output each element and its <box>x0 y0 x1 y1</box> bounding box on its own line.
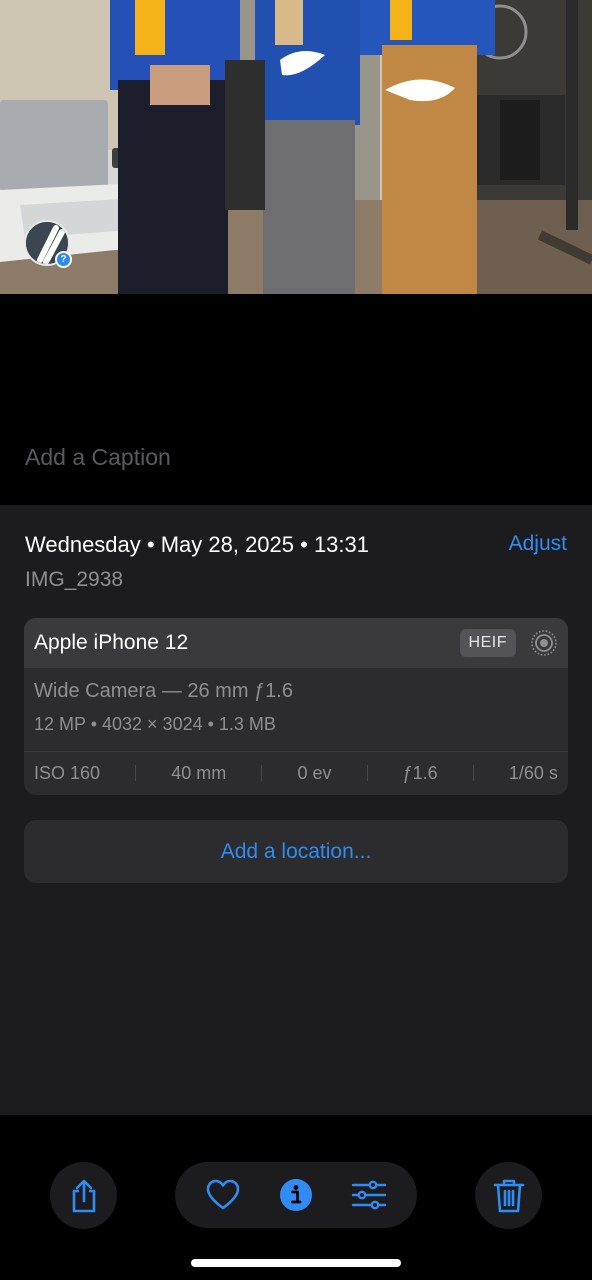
add-location-button[interactable]: Add a location... <box>24 820 568 883</box>
caption-field[interactable]: Add a Caption <box>25 444 171 471</box>
format-badge: HEIF <box>459 629 516 657</box>
divider <box>366 765 368 781</box>
photo-filename: IMG_2938 <box>25 568 124 591</box>
info-icon <box>279 1179 312 1211</box>
camera-info-card: Apple iPhone 12 HEIF Wide Camera — 26 mm… <box>24 618 568 795</box>
photo-date-time: Wednesday • May 28, 2025 • 13:31 <box>25 532 369 557</box>
camera-info-header: Apple iPhone 12 HEIF <box>24 618 568 668</box>
people-face-badge[interactable]: ? <box>24 220 72 268</box>
exif-shutter-speed: 1/60 s <box>508 762 558 783</box>
home-indicator[interactable] <box>191 1259 401 1267</box>
share-button[interactable] <box>50 1162 117 1229</box>
exif-aperture: ƒ1.6 <box>402 762 438 783</box>
lens-info: Wide Camera — 26 mm ƒ1.6 <box>34 680 293 702</box>
delete-button[interactable] <box>475 1162 542 1229</box>
divider <box>135 765 137 781</box>
favorite-button[interactable] <box>201 1173 245 1217</box>
adjust-sliders-icon <box>351 1180 386 1210</box>
exif-exposure-value: 0 ev <box>297 762 332 783</box>
unknown-person-icon: ? <box>55 251 72 268</box>
share-icon <box>72 1179 95 1212</box>
exif-focal-length: 40 mm <box>171 762 227 783</box>
exif-iso: ISO 160 <box>34 762 101 783</box>
heart-icon <box>207 1179 240 1210</box>
adjust-date-button[interactable]: Adjust <box>509 532 567 556</box>
edit-button[interactable] <box>347 1173 391 1217</box>
bottom-toolbar <box>0 1115 592 1280</box>
info-panel: Wednesday • May 28, 2025 • 13:31 Adjust … <box>0 505 592 1115</box>
divider <box>472 765 474 781</box>
info-button[interactable] <box>274 1173 318 1217</box>
divider <box>261 765 263 781</box>
caption-area: Add a Caption <box>0 294 592 505</box>
photo-image <box>0 0 592 294</box>
trash-icon <box>493 1179 524 1212</box>
image-specs: 12 MP • 4032 × 3024 • 1.3 MB <box>34 714 276 734</box>
camera-model: Apple iPhone 12 <box>34 631 189 654</box>
photo-view[interactable]: ? <box>0 0 592 294</box>
photo-actions-group <box>175 1162 417 1228</box>
exif-row: ISO 160 40 mm 0 ev ƒ1.6 1/60 s <box>24 751 568 795</box>
live-photo-icon <box>531 630 557 656</box>
